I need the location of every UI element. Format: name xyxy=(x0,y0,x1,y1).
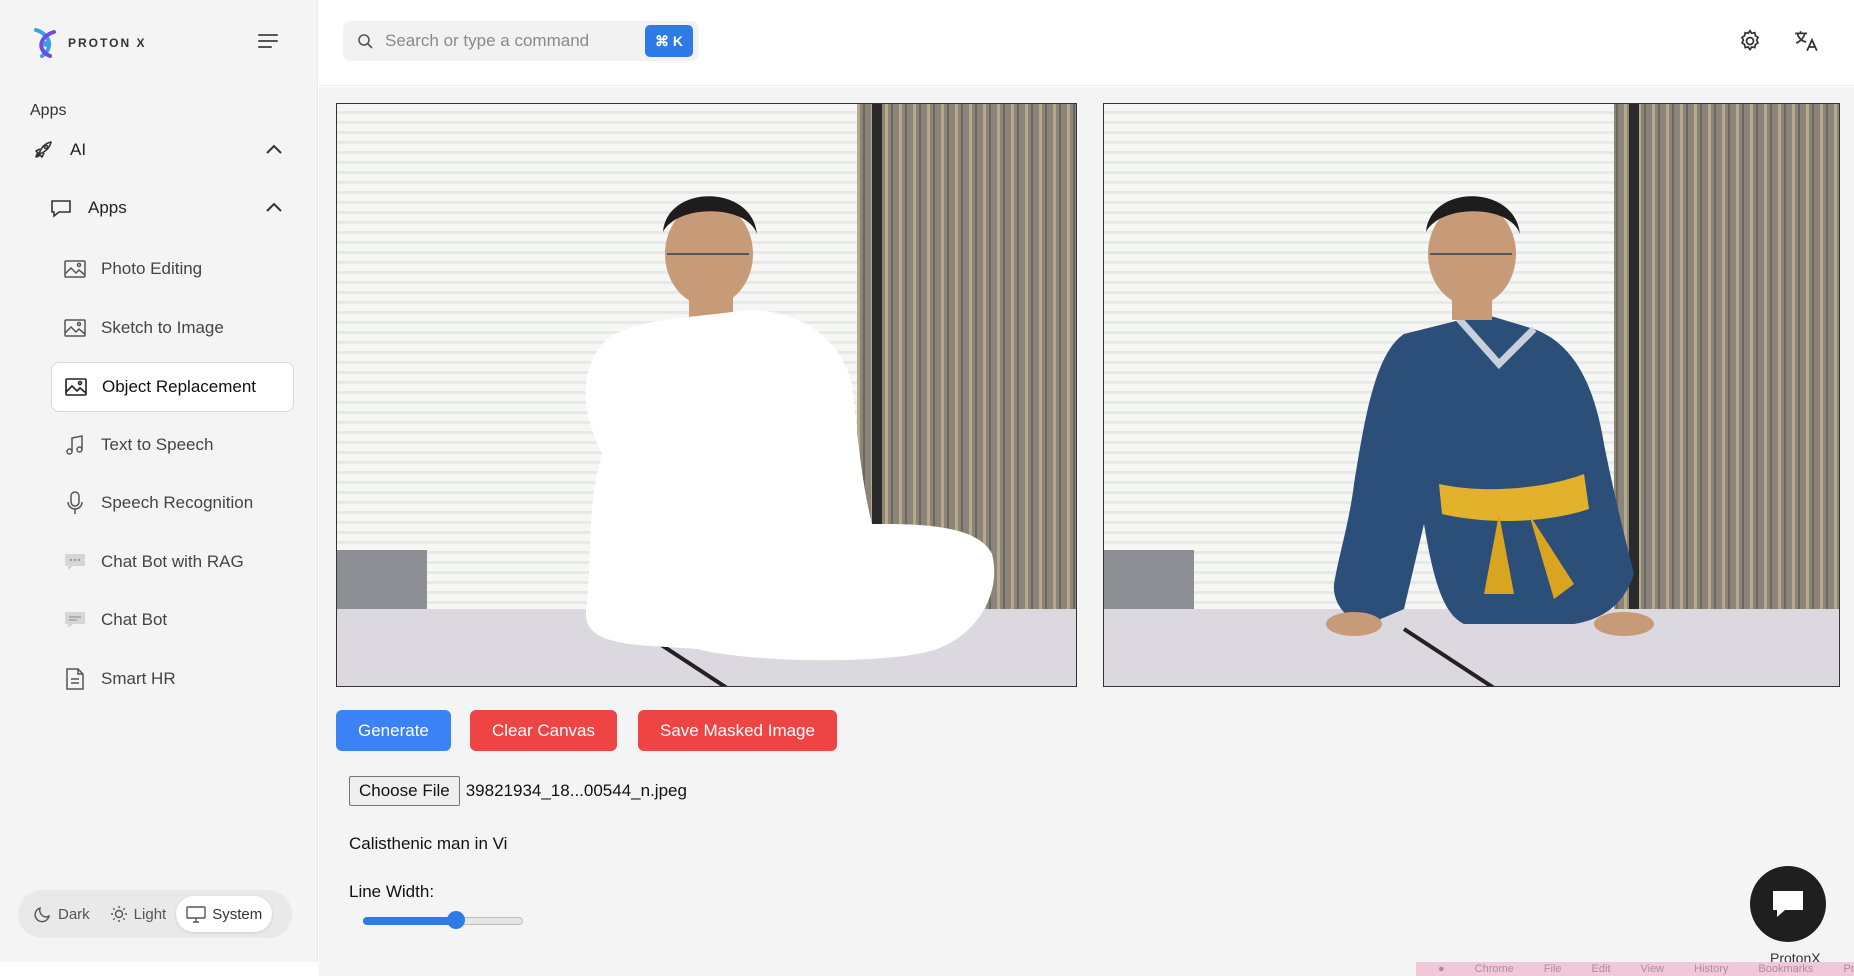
line-width-slider[interactable] xyxy=(363,910,523,930)
save-masked-image-button[interactable]: Save Masked Image xyxy=(638,710,837,751)
menu-line-icon xyxy=(258,46,272,48)
os-menu-item[interactable]: History xyxy=(1694,963,1728,975)
theme-option-label: Light xyxy=(133,905,167,923)
menu-line-icon xyxy=(258,34,278,36)
theme-option-dark[interactable]: Dark xyxy=(24,896,100,932)
sidebar-item-chat-bot[interactable]: Chat Bot xyxy=(51,595,294,645)
result-image xyxy=(1103,103,1840,687)
mask-canvas[interactable] xyxy=(336,103,1077,687)
os-menu-bar: ● Chrome File Edit View History Bookmark… xyxy=(1416,962,1854,976)
os-menu-item[interactable]: Prof xyxy=(1843,963,1854,975)
slider-thumb[interactable] xyxy=(446,911,465,929)
translate-icon[interactable] xyxy=(1793,28,1819,54)
nav-group-ai[interactable]: AI xyxy=(30,130,285,170)
sidebar-item-label: Sketch to Image xyxy=(101,318,224,337)
protonx-logo-icon xyxy=(34,28,56,58)
line-width-label: Line Width: xyxy=(349,882,435,901)
chat-bubble-icon xyxy=(63,608,87,632)
section-label-apps: Apps xyxy=(30,102,67,119)
generate-button[interactable]: Generate xyxy=(336,710,451,751)
os-menu-item[interactable]: Chrome xyxy=(1475,963,1514,975)
moon-icon xyxy=(34,906,50,923)
masked-photo xyxy=(337,104,1076,686)
main-content: Generate Clear Canvas Save Masked Image … xyxy=(319,87,1854,976)
search-bar[interactable]: ⌘ K xyxy=(343,21,699,61)
chat-bubble-icon xyxy=(63,550,87,574)
logo[interactable]: PROTON X xyxy=(28,24,146,62)
os-menu-item[interactable]: File xyxy=(1544,963,1562,975)
file-picker: Choose File 39821934_18...00544_n.jpeg xyxy=(349,776,687,806)
sidebar-item-chat-bot-with-rag[interactable]: Chat Bot with RAG xyxy=(51,537,294,587)
document-icon xyxy=(63,667,87,691)
music-note-icon xyxy=(63,433,87,457)
menu-line-icon xyxy=(258,40,278,42)
os-menu-item[interactable]: View xyxy=(1640,963,1664,975)
os-menu-item[interactable]: Edit xyxy=(1592,963,1611,975)
sidebar-item-label: Chat Bot xyxy=(101,610,168,629)
theme-option-system[interactable]: System xyxy=(176,896,273,932)
sidebar-item-photo-editing[interactable]: Photo Editing xyxy=(51,244,294,294)
chat-outline-icon xyxy=(48,195,74,221)
slider-fill xyxy=(363,917,456,925)
clear-canvas-button[interactable]: Clear Canvas xyxy=(470,710,617,751)
sidebar-item-label: Chat Bot with RAG xyxy=(101,552,244,571)
image-icon xyxy=(64,375,88,399)
theme-switch: Dark Light System xyxy=(18,890,292,938)
sidebar-item-text-to-speech[interactable]: Text to Speech xyxy=(51,420,294,470)
sidebar-item-object-replacement[interactable]: Object Replacement xyxy=(51,362,294,412)
sidebar-item-label: Speech Recognition xyxy=(101,493,254,512)
prompt-input[interactable] xyxy=(349,830,529,858)
gear-icon[interactable] xyxy=(1737,28,1763,54)
sidebar-item-label: Text to Speech xyxy=(101,435,214,454)
nav-subgroup-apps-label: Apps xyxy=(88,198,127,217)
search-input[interactable] xyxy=(385,31,635,51)
search-icon xyxy=(358,34,373,49)
chevron-up-icon[interactable] xyxy=(263,139,285,161)
sidebar: PROTON X Apps AI Apps Photo Editing Sket… xyxy=(0,0,318,962)
chevron-up-icon[interactable] xyxy=(263,197,285,219)
theme-option-light[interactable]: Light xyxy=(100,896,177,932)
apple-icon[interactable]: ● xyxy=(1438,963,1445,975)
image-icon xyxy=(63,316,87,340)
sidebar-item-smart-hr[interactable]: Smart HR xyxy=(51,654,294,704)
nav-group-ai-label: AI xyxy=(70,140,87,159)
sidebar-item-label: Photo Editing xyxy=(101,259,203,278)
sidebar-item-speech-recognition[interactable]: Speech Recognition xyxy=(51,478,294,528)
microphone-icon xyxy=(63,491,87,515)
sidebar-item-label: Smart HR xyxy=(101,669,176,688)
logo-text: PROTON X xyxy=(68,36,147,50)
chat-launcher-button[interactable] xyxy=(1750,866,1826,942)
shortcut-badge: ⌘ K xyxy=(645,25,693,57)
selected-file-name: 39821934_18...00544_n.jpeg xyxy=(465,781,687,800)
choose-file-button[interactable]: Choose File xyxy=(349,776,460,806)
menu-toggle-button[interactable] xyxy=(258,34,280,52)
generated-photo xyxy=(1104,104,1839,686)
image-icon xyxy=(63,257,87,281)
nav-subgroup-apps[interactable]: Apps xyxy=(48,188,285,228)
monitor-icon xyxy=(186,906,206,923)
os-menu-item[interactable]: Bookmarks xyxy=(1758,963,1813,975)
sidebar-item-label: Object Replacement xyxy=(102,377,257,396)
topbar: ⌘ K xyxy=(319,0,1854,86)
chat-icon xyxy=(1773,891,1803,917)
sun-icon xyxy=(110,906,127,922)
sidebar-item-sketch-to-image[interactable]: Sketch to Image xyxy=(51,303,294,353)
theme-option-label: Dark xyxy=(58,905,90,923)
theme-option-label: System xyxy=(212,905,263,923)
rocket-icon xyxy=(30,137,56,163)
